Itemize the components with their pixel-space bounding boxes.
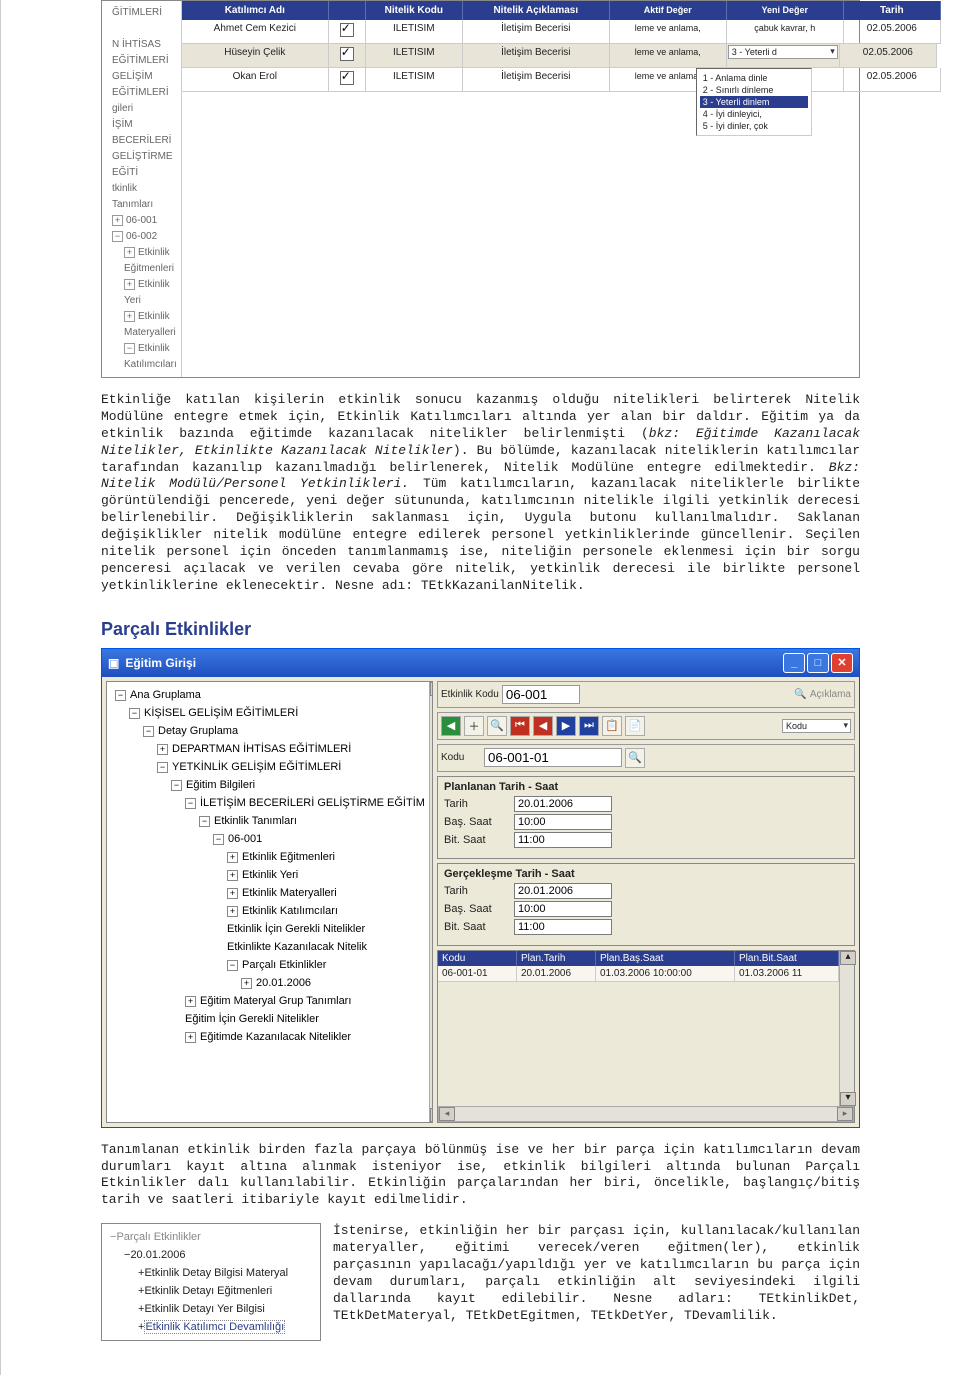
tree-node[interactable]: Parçalı Etkinlikler bbox=[116, 1231, 200, 1243]
real-tarih-input[interactable] bbox=[514, 883, 612, 899]
tree-node[interactable]: Eğitim Materyal Grup Tanımları bbox=[200, 995, 351, 1007]
nitelik-screenshot: ĞİTİMLERİ N İHTİSAS EĞİTİMLERİ GELİŞİM E… bbox=[101, 0, 860, 378]
window-title: Eğitim Girişi bbox=[125, 656, 196, 670]
grid-row[interactable]: Ahmet Cem KeziciILETISIMİletişim Beceris… bbox=[182, 20, 941, 44]
tree-node[interactable]: Etkinlik Tanımları bbox=[214, 815, 297, 827]
real-bit-input[interactable] bbox=[514, 919, 612, 935]
parcali-tree: −Parçalı Etkinlikler −20.01.2006 +Etkinl… bbox=[101, 1223, 321, 1341]
tree-node[interactable]: Etkinlik Katılımcıları bbox=[242, 905, 338, 917]
egitim-window: ▣Eğitim Girişi _ □ ✕ −Ana Gruplama −KİŞİ… bbox=[101, 648, 860, 1128]
nitelik-grid: Katılımcı AdıNitelik KoduNitelik Açıklam… bbox=[182, 1, 941, 377]
tree-node[interactable]: İLETİŞİM BECERİLERİ GELİŞTİRME EĞİTİM bbox=[200, 797, 425, 809]
tree-node[interactable]: Etkinlik Detayı Eğitmenleri bbox=[144, 1285, 272, 1297]
window-titlebar[interactable]: ▣Eğitim Girişi _ □ ✕ bbox=[102, 649, 859, 677]
aciklama-label: Açıklama bbox=[810, 689, 851, 700]
kodu-row: Kodu 🔍 bbox=[437, 744, 855, 772]
etkinlik-kodu-input[interactable] bbox=[502, 685, 580, 704]
horizontal-scrollbar[interactable]: ◂▸ bbox=[438, 1106, 854, 1122]
next-button[interactable]: ▶ bbox=[556, 716, 576, 736]
dropdown-item[interactable]: 5 - İyi dinler, çok bbox=[700, 120, 808, 132]
body-paragraph: Tanımlanan etkinlik birden fazla parçaya… bbox=[101, 1142, 860, 1210]
tree-node[interactable]: Etkinlik Detayı Yer Bilgisi bbox=[144, 1303, 264, 1315]
check-icon[interactable] bbox=[340, 23, 354, 37]
planlanan-fieldset: Planlanan Tarih - Saat Tarih Baş. Saat B… bbox=[437, 776, 855, 859]
tree-node[interactable]: Etkinlik Detay Bilgisi Materyal bbox=[144, 1267, 288, 1279]
tree-node[interactable]: Eğitim Bilgileri bbox=[186, 779, 255, 791]
grid-header: Katılımcı AdıNitelik KoduNitelik Açıklam… bbox=[182, 1, 941, 20]
tree-node[interactable]: KİŞİSEL GELİŞİM EĞİTİMLERİ bbox=[144, 707, 298, 719]
body-paragraph: Etkinliğe katılan kişilerin etkinlik son… bbox=[101, 392, 860, 595]
copy-button[interactable]: 📋 bbox=[602, 716, 622, 736]
tree-node[interactable]: Etkinlik İçin Gerekli Nitelikler bbox=[227, 923, 365, 935]
tree-node[interactable]: Eğitim İçin Gerekli Nitelikler bbox=[185, 1013, 319, 1025]
plan-bit-input[interactable] bbox=[514, 832, 612, 848]
maximize-button[interactable]: □ bbox=[807, 653, 829, 673]
kodu-lookup-button[interactable]: 🔍 bbox=[625, 748, 645, 768]
horizontal-scrollbar[interactable]: ◂▸ bbox=[107, 1122, 432, 1123]
kodu-label: Kodu bbox=[441, 752, 481, 763]
grid-row[interactable]: Hüseyin ÇelikILETISIMİletişim Becerisile… bbox=[182, 44, 941, 68]
tree-node[interactable]: Eğitimde Kazanılacak Nitelikler bbox=[200, 1031, 351, 1043]
fieldset-title: Planlanan Tarih - Saat bbox=[444, 781, 848, 793]
paste-button[interactable]: 📄 bbox=[625, 716, 645, 736]
add-button[interactable]: ＋ bbox=[464, 716, 484, 736]
tree-node[interactable]: Detay Gruplama bbox=[158, 725, 238, 737]
plan-bas-input[interactable] bbox=[514, 814, 612, 830]
detail-grid: KoduPlan.TarihPlan.Baş.SaatPlan.Bit.Saat… bbox=[437, 950, 855, 1123]
etkinlik-kodu-label: Etkinlik Kodu bbox=[441, 689, 499, 700]
tree-node[interactable]: Etkinlik Materyalleri bbox=[242, 887, 337, 899]
minimize-button[interactable]: _ bbox=[783, 653, 805, 673]
check-icon[interactable] bbox=[340, 47, 354, 61]
tree-node[interactable]: 20.01.2006 bbox=[130, 1249, 185, 1261]
kodu-dropdown[interactable]: Kodu bbox=[782, 719, 851, 733]
tree-node[interactable]: 06-001 bbox=[228, 833, 262, 845]
lookup-icon[interactable]: 🔍 bbox=[794, 689, 806, 700]
check-icon[interactable] bbox=[340, 71, 354, 85]
tree-node[interactable]: Etkinlik Eğitmenleri bbox=[242, 851, 335, 863]
yeni-deger-dropdown[interactable]: 3 - Yeterli d bbox=[728, 45, 838, 59]
vertical-scrollbar[interactable]: ▴▾ bbox=[429, 682, 433, 1122]
tree-node[interactable]: Etkinlik Yeri bbox=[242, 869, 298, 881]
real-bas-input[interactable] bbox=[514, 901, 612, 917]
search-button[interactable]: 🔍 bbox=[487, 716, 507, 736]
fieldset-title: Gerçekleşme Tarih - Saat bbox=[444, 868, 848, 880]
dropdown-item[interactable]: 1 - Anlama dinle bbox=[700, 72, 808, 84]
detail-toolbar: Etkinlik Kodu 🔍 Açıklama bbox=[437, 681, 855, 708]
grid-row[interactable]: 06-001-0120.01.200601.03.2006 10:00:0001… bbox=[438, 966, 839, 982]
dropdown-item[interactable]: 4 - İyi dinleyici, bbox=[700, 108, 808, 120]
left-tree: ĞİTİMLERİ N İHTİSAS EĞİTİMLERİ GELİŞİM E… bbox=[102, 1, 182, 377]
grid-row[interactable]: Okan ErolILETISIMİletişim Becerisileme v… bbox=[182, 68, 941, 92]
gerceklesme-fieldset: Gerçekleşme Tarih - Saat Tarih Baş. Saat… bbox=[437, 863, 855, 946]
close-button[interactable]: ✕ bbox=[831, 653, 853, 673]
vertical-scrollbar[interactable]: ▴▾ bbox=[839, 951, 854, 1106]
tree-node[interactable]: YETKİNLİK GELİŞİM EĞİTİMLERİ bbox=[172, 761, 341, 773]
dropdown-item[interactable]: 2 - Sınırlı dinleme bbox=[700, 84, 808, 96]
tree-node[interactable]: 20.01.2006 bbox=[256, 977, 311, 989]
tree-node[interactable]: Etkinlikte Kazanılacak Nitelik bbox=[227, 941, 367, 953]
dropdown-item[interactable]: 3 - Yeterli dinlem bbox=[700, 96, 808, 108]
tree-node[interactable]: Ana Gruplama bbox=[130, 689, 201, 701]
tree-node[interactable]: DEPARTMAN İHTİSAS EĞİTİMLERİ bbox=[172, 743, 351, 755]
section-heading: Parçalı Etkinlikler bbox=[101, 619, 860, 640]
back-button[interactable]: ◀ bbox=[441, 716, 461, 736]
dropdown-options[interactable]: 1 - Anlama dinle 2 - Sınırlı dinleme 3 -… bbox=[696, 68, 812, 136]
first-button[interactable]: ⏮ bbox=[510, 716, 530, 736]
prev-button[interactable]: ◀ bbox=[533, 716, 553, 736]
nav-toolbar: ◀ ＋ 🔍 ⏮ ◀ ▶ ⏭ 📋 📄 Kodu bbox=[437, 712, 855, 740]
kodu-input[interactable] bbox=[484, 748, 622, 767]
grid-header: KoduPlan.TarihPlan.Baş.SaatPlan.Bit.Saat bbox=[438, 951, 839, 966]
tree-panel: −Ana Gruplama −KİŞİSEL GELİŞİM EĞİTİMLER… bbox=[106, 681, 433, 1123]
tree-node-selected[interactable]: Etkinlik Katılımcı Devamlılığı bbox=[144, 1320, 285, 1334]
tree-node[interactable]: Parçalı Etkinlikler bbox=[242, 959, 326, 971]
plan-tarih-input[interactable] bbox=[514, 796, 612, 812]
last-button[interactable]: ⏭ bbox=[579, 716, 599, 736]
